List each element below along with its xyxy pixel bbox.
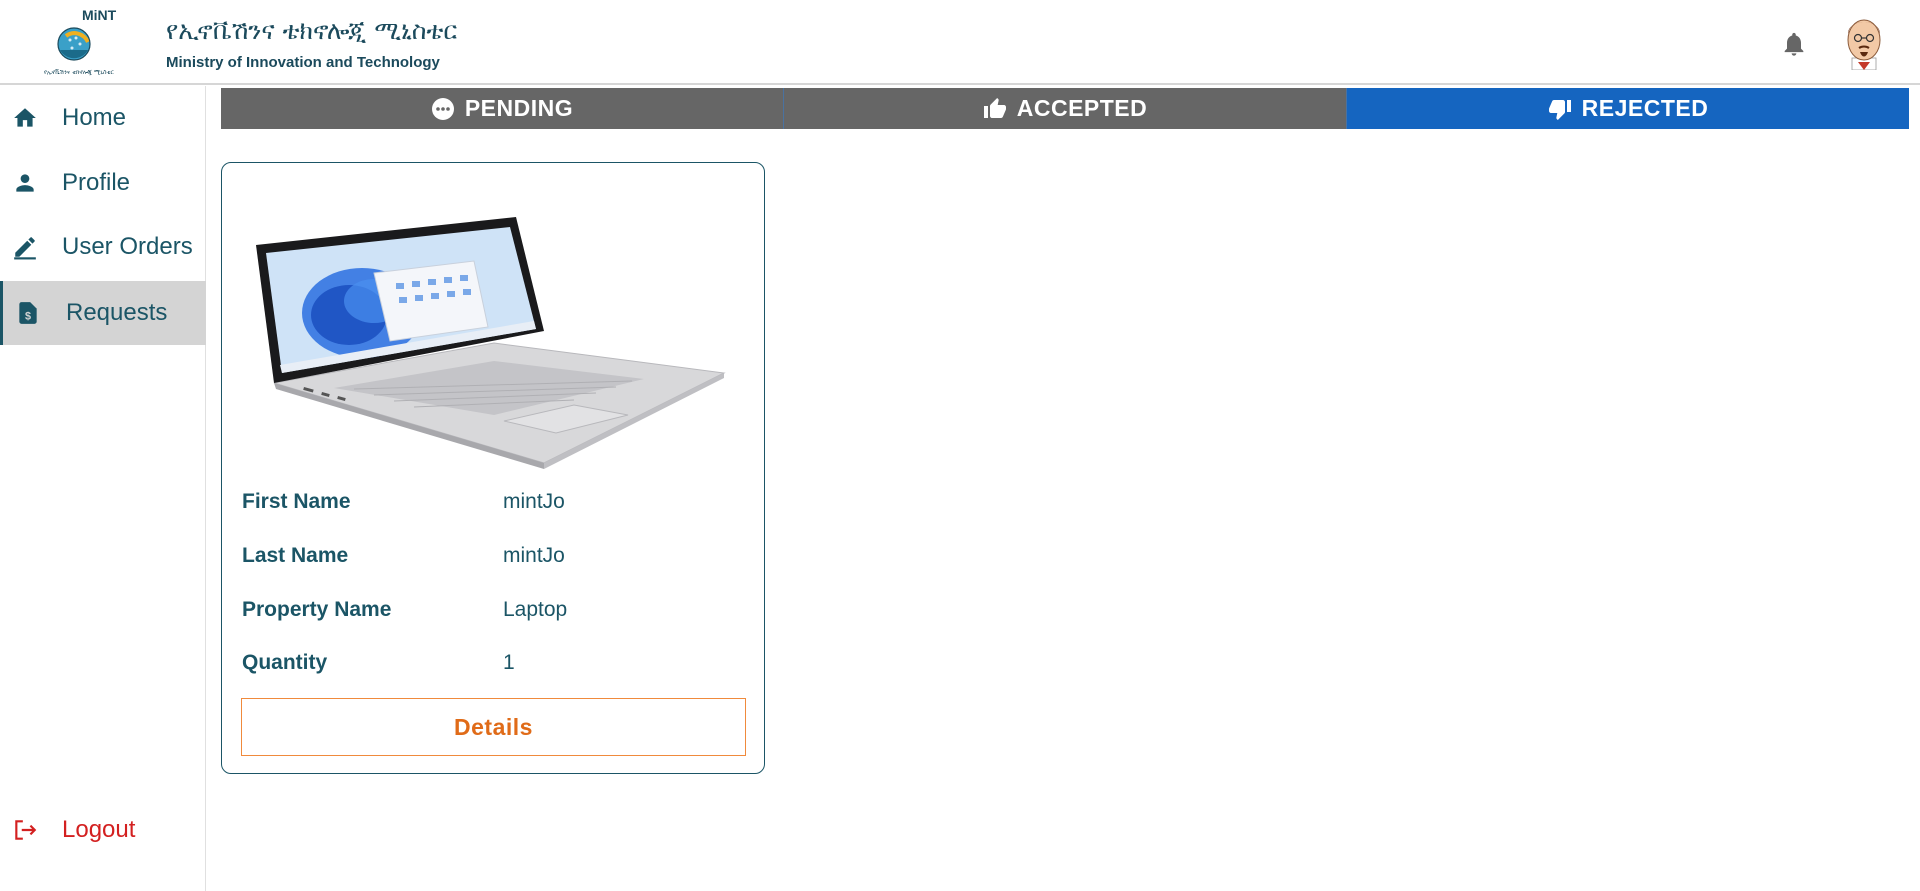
document-dollar-icon: $ xyxy=(19,302,37,324)
more-dots-icon xyxy=(431,97,454,120)
bell-icon[interactable] xyxy=(1780,30,1808,58)
user-avatar[interactable] xyxy=(1838,12,1890,70)
home-icon xyxy=(14,108,36,127)
sidebar: Home Profile User Orders $ Requests Logo… xyxy=(0,86,206,891)
brand-title-english: Ministry of Innovation and Technology xyxy=(166,54,440,71)
top-header: MiNT የኢኖቬሽንና ቴክኖሎጂ ሚኒስቴር የኢኖቬሽንና ቴክኖሎጂ ሚ… xyxy=(0,0,1920,85)
sidebar-item-label: Requests xyxy=(66,299,168,326)
field-label: Quantity xyxy=(242,651,328,674)
request-status-tabs: PENDING ACCEPTED REJECTED xyxy=(221,88,1909,129)
logo-caption: የኢኖቬሽንና ቴክኖሎጂ ሚኒስቴር xyxy=(44,69,115,76)
sidebar-item-label: Home xyxy=(62,104,127,131)
sidebar-item-label: Profile xyxy=(62,169,131,196)
field-value: 1 xyxy=(503,651,515,674)
tab-label: ACCEPTED xyxy=(1016,95,1148,121)
ministry-logo[interactable]: MiNT የኢኖቬሽንና ቴክኖሎጂ ሚኒስቴር xyxy=(44,6,154,80)
tab-accepted[interactable]: ACCEPTED xyxy=(784,88,1347,129)
sidebar-item-label: User Orders xyxy=(62,233,193,260)
field-quantity: Quantity 1 xyxy=(242,651,746,681)
thumbs-up-icon xyxy=(983,97,1006,118)
tab-rejected[interactable]: REJECTED xyxy=(1347,88,1909,129)
field-label: First Name xyxy=(242,490,351,513)
logout-button[interactable]: Logout xyxy=(0,798,206,862)
field-first-name: First Name mintJo xyxy=(242,490,746,520)
field-last-name: Last Name mintJo xyxy=(242,544,746,574)
brand-title-amharic: የኢኖቬሽንና ቴክኖሎጂ ሚኒስቴር xyxy=(166,16,458,45)
person-icon xyxy=(16,174,34,192)
sidebar-item-requests[interactable]: $ Requests xyxy=(0,281,206,345)
field-property-name: Property Name Laptop xyxy=(242,598,746,628)
tab-label: PENDING xyxy=(464,95,574,121)
field-value: mintJo xyxy=(503,544,565,567)
tab-label: REJECTED xyxy=(1581,95,1709,121)
field-label: Last Name xyxy=(242,544,349,567)
laptop-image xyxy=(256,217,726,469)
field-value: Laptop xyxy=(503,598,568,621)
svg-text:$: $ xyxy=(25,311,31,323)
field-label: Property Name xyxy=(242,598,392,621)
logout-label: Logout xyxy=(62,816,136,843)
logo-text: MiNT xyxy=(82,7,117,23)
tab-pending[interactable]: PENDING xyxy=(221,88,784,129)
sidebar-item-home[interactable]: Home xyxy=(0,86,206,150)
sidebar-item-user-orders[interactable]: User Orders xyxy=(0,215,206,279)
thumbs-down-icon xyxy=(1548,99,1571,120)
edit-icon xyxy=(14,237,36,260)
details-button[interactable]: Details xyxy=(241,698,746,756)
sidebar-item-profile[interactable]: Profile xyxy=(0,151,206,215)
logout-icon xyxy=(15,820,37,840)
request-card: First Name mintJo Last Name mintJo Prope… xyxy=(221,162,765,774)
field-value: mintJo xyxy=(503,490,565,513)
